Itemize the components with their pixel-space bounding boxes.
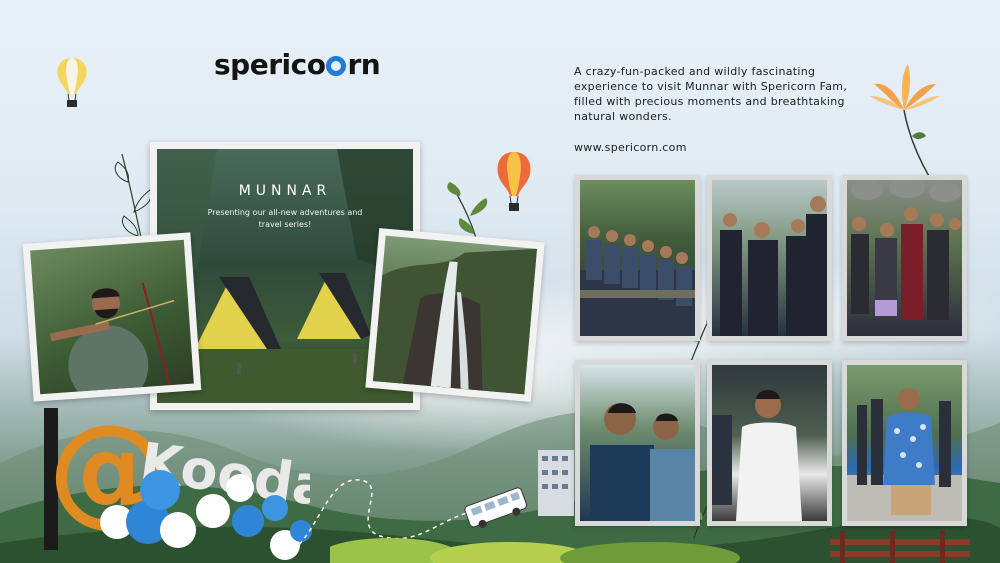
feature-title: MUNNAR [238,183,332,199]
intro-tagline: A crazy-fun-packed and wildly fascinatin… [574,65,848,123]
brand-logo: sperico rn [214,48,381,81]
balloon-icon [160,512,196,548]
waterfall-scene [372,248,538,395]
waterfall-photo-frame [365,228,545,402]
group-scene [847,388,962,521]
group-photo-1 [575,175,700,341]
group-photo [580,365,695,521]
logo-o-icon [326,56,347,76]
group-photo [847,178,962,336]
group-photo-4 [575,360,700,526]
group-scene [851,178,961,320]
balloon-icon [262,495,288,521]
group-scene [712,390,802,521]
logo-text-suffix: rn [347,48,381,81]
group-photo [712,365,827,521]
group-scene [720,196,827,336]
archer-scene [49,282,175,395]
fence-icon [830,531,970,563]
group-photo [712,180,827,336]
group-photo-5 [707,360,832,526]
archery-photo-frame [22,232,202,402]
group-photo [580,180,695,336]
website-link[interactable]: www.spericorn.com [574,141,687,154]
group-photo-2 [707,175,832,341]
foliage-foreground [330,538,740,563]
hot-air-balloon-icon [497,152,531,211]
flower-icon [870,64,940,179]
group-photo [847,365,962,521]
group-photo-6 [842,360,967,526]
hot-air-balloon-icon [57,58,87,107]
logo-text-prefix: sperico [214,48,326,81]
group-photo-3 [842,175,967,341]
group-scene [580,226,695,336]
balloon-icon [232,505,264,537]
group-scene [590,403,695,521]
balloon-icon [196,494,230,528]
feature-subtitle: Presenting our all-new adventures and tr… [207,208,363,229]
balloon-icon [140,470,180,510]
archery-photo [30,239,194,395]
balloon-icon [226,474,254,502]
waterfall-photo [372,235,538,395]
